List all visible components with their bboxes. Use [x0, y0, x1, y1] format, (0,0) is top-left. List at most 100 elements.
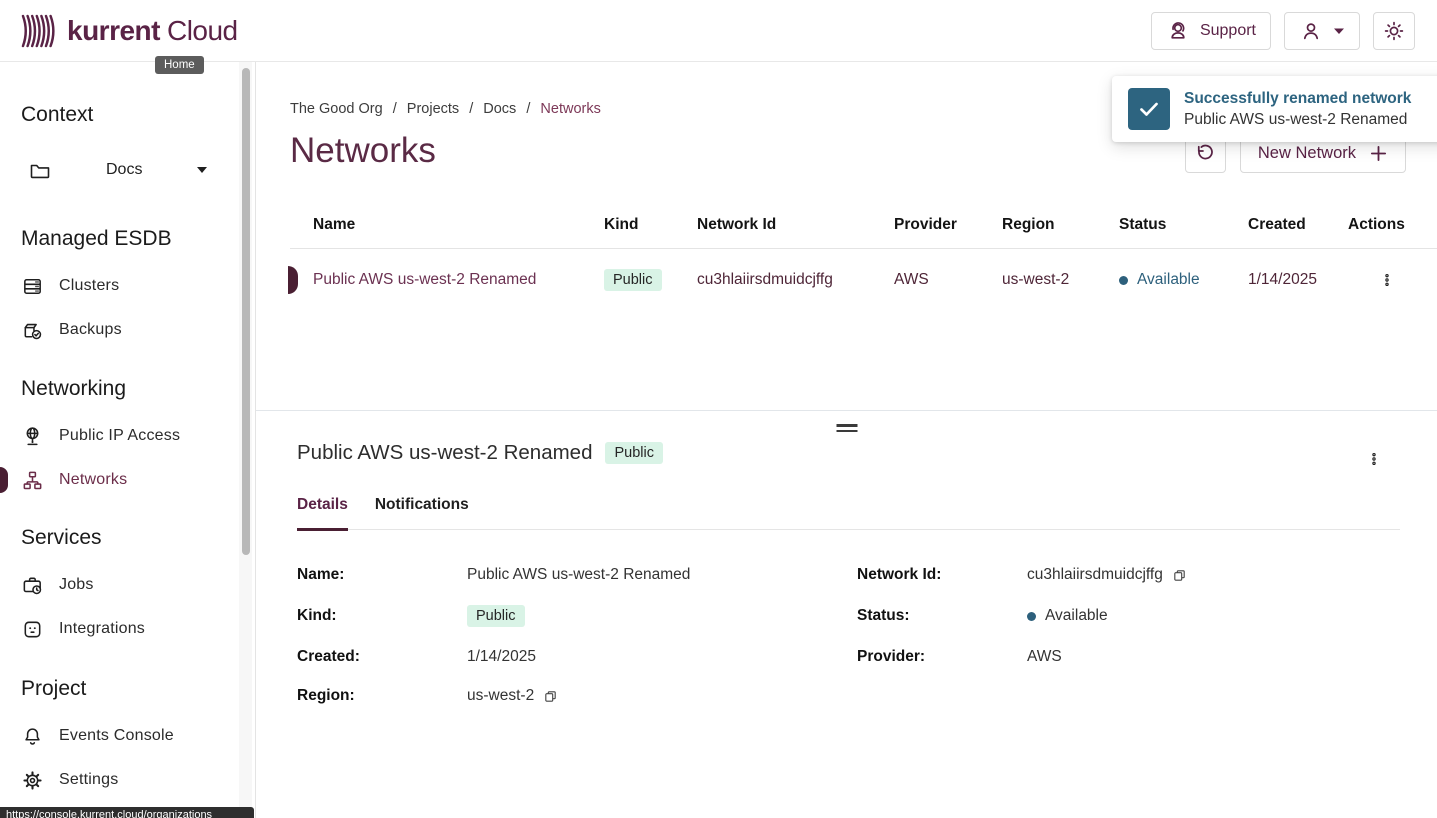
created-cell: 1/14/2025 [1248, 271, 1348, 289]
toast-notification: Successfully renamed network Public AWS … [1112, 76, 1437, 142]
sidebar-item-jobs[interactable]: Jobs [21, 571, 255, 599]
copy-network-id-button[interactable] [1172, 568, 1187, 583]
sidebar-scrollbar-track [239, 62, 252, 818]
breadcrumb-projects[interactable]: Projects [407, 101, 459, 117]
status-label: Available [1045, 607, 1108, 625]
column-header-network-id: Network Id [697, 216, 894, 234]
actions-cell [1348, 265, 1437, 295]
sidebar-item-integrations[interactable]: Integrations [21, 615, 255, 643]
main-content: The Good Org / Projects / Docs / Network… [256, 62, 1437, 818]
sidebar-item-clusters[interactable]: Clusters [21, 272, 255, 300]
globe-icon [21, 425, 44, 448]
breadcrumb-org[interactable]: The Good Org [290, 101, 383, 117]
sidebar-item-events-console[interactable]: Events Console [21, 722, 255, 750]
sidebar-scrollbar-thumb[interactable] [242, 68, 250, 555]
network-id-cell: cu3hlaiirsdmuidcjffg [697, 271, 894, 289]
panel-header: Public AWS us-west-2 Renamed Public [297, 441, 1367, 465]
column-header-created: Created [1248, 216, 1348, 234]
panel-actions-kebab-button[interactable] [1361, 444, 1387, 474]
sidebar-item-label: Public IP Access [59, 427, 180, 445]
table-row[interactable]: Public AWS us-west-2 Renamed Public cu3h… [290, 249, 1437, 311]
kurrent-ripple-icon [20, 14, 58, 48]
field-value-created: 1/14/2025 [467, 648, 857, 666]
status-dot-icon [1119, 276, 1128, 285]
chevron-down-icon [1333, 27, 1345, 35]
kurrent-logo[interactable]: kurrentCloud [20, 14, 238, 48]
detail-fields: Name: Public AWS us-west-2 Renamed Netwo… [297, 566, 1400, 726]
toast-message: Public AWS us-west-2 Renamed [1184, 111, 1411, 129]
breadcrumb-docs[interactable]: Docs [483, 101, 516, 117]
sidebar-item-public-ip-access[interactable]: Public IP Access [21, 422, 255, 450]
status-label: Available [1137, 271, 1200, 289]
sidebar-item-label: Settings [59, 771, 118, 789]
panel-resize-handle-icon[interactable] [833, 421, 860, 435]
support-button[interactable]: Support [1151, 12, 1271, 50]
user-icon [1299, 19, 1323, 43]
toast-text: Successfully renamed network Public AWS … [1184, 90, 1411, 129]
sidebar-item-label: Integrations [59, 620, 145, 638]
column-header-provider: Provider [894, 216, 1002, 234]
field-label-provider: Provider: [857, 648, 1027, 666]
sidebar-heading-context: Context [21, 103, 255, 127]
theme-toggle-button[interactable] [1373, 12, 1415, 50]
gear-icon [21, 769, 44, 792]
kurrent-cloud-app: { "colors": { "accent_maroon": "#5A2346"… [0, 0, 1437, 818]
field-value-kind: Public [467, 605, 857, 627]
support-label: Support [1200, 22, 1256, 40]
copy-region-button[interactable] [543, 689, 558, 704]
context-selector[interactable]: Docs [27, 156, 255, 184]
network-name-link[interactable]: Public AWS us-west-2 Renamed [313, 271, 604, 289]
status-cell: Available [1119, 271, 1248, 289]
sun-icon [1382, 19, 1406, 43]
sidebar-item-settings[interactable]: Settings [21, 766, 255, 794]
sidebar-item-label: Jobs [59, 576, 94, 594]
field-value-region: us-west-2 [467, 687, 857, 705]
folder-icon [27, 158, 53, 182]
user-menu-button[interactable] [1284, 12, 1360, 50]
breadcrumb-separator: / [393, 101, 397, 117]
breadcrumb-separator: / [469, 101, 473, 117]
refresh-icon [1194, 142, 1216, 164]
field-label-status: Status: [857, 607, 1027, 625]
tab-details[interactable]: Details [297, 496, 348, 529]
field-label-network-id: Network Id: [857, 566, 1027, 584]
field-value-status: Available [1027, 607, 1400, 625]
chevron-down-icon [197, 167, 207, 173]
tab-notifications[interactable]: Notifications [375, 496, 469, 529]
logo-wordmark: kurrentCloud [67, 15, 238, 47]
panel-kind-badge: Public [605, 442, 663, 464]
clusters-icon [21, 275, 44, 298]
context-selector-value: Docs [106, 161, 142, 179]
home-tooltip: Home [155, 56, 204, 74]
kind-badge: Public [467, 605, 525, 627]
sidebar-item-backups[interactable]: Backups [21, 316, 255, 344]
column-header-status: Status [1119, 216, 1248, 234]
breadcrumb-networks: Networks [540, 101, 600, 117]
sidebar-item-networks[interactable]: Networks [21, 466, 255, 494]
network-detail-panel: Public AWS us-west-2 Renamed Public Deta… [256, 410, 1437, 818]
provider-cell: AWS [894, 271, 1002, 289]
kind-cell: Public [604, 269, 697, 291]
sidebar-heading-project: Project [21, 677, 255, 701]
field-label-name: Name: [297, 566, 467, 584]
new-network-label: New Network [1258, 144, 1356, 163]
plus-icon [1369, 144, 1388, 163]
sidebar-item-label: Events Console [59, 727, 174, 745]
status-dot-icon [1027, 612, 1036, 621]
success-check-icon [1128, 88, 1170, 130]
network-id-text: cu3hlaiirsdmuidcjffg [1027, 566, 1163, 584]
panel-title: Public AWS us-west-2 Renamed [297, 441, 592, 465]
column-header-name: Name [313, 216, 604, 234]
networks-icon [21, 469, 44, 492]
support-agent-icon [1166, 19, 1190, 43]
sidebar-heading-managed-esdb: Managed ESDB [21, 227, 255, 251]
table-header-row: Name Kind Network Id Provider Region Sta… [290, 201, 1437, 249]
top-bar: kurrentCloud Support [0, 0, 1437, 62]
field-value-name: Public AWS us-west-2 Renamed [467, 566, 857, 584]
row-actions-kebab-button[interactable] [1374, 265, 1400, 295]
sidebar-heading-services: Services [21, 526, 255, 550]
backups-icon [21, 319, 44, 342]
region-cell: us-west-2 [1002, 271, 1119, 289]
selected-row-marker [288, 266, 298, 294]
bell-icon [21, 725, 44, 748]
